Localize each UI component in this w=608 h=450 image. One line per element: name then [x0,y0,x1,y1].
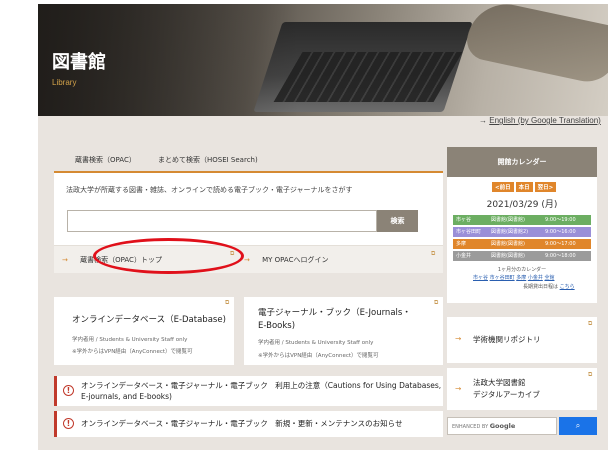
notice-usage-cautions-line2: E-journals, and E-books) [81,392,172,401]
google-brand-label: Google [489,422,516,430]
opening-hours: 9:00～18:00 [545,253,576,259]
external-link-icon: ⧉ [431,250,436,257]
hero-hand-image [463,4,608,87]
search-description: 法政大学が所蔵する図書・雑誌、オンラインで読める電子ブック・電子ジャーナルをさが… [66,186,353,194]
arrow-right-icon: → [455,384,462,393]
search-button[interactable]: 検索 [377,210,418,232]
month-calendar-links: 市ヶ谷 市ヶ谷田町 多摩 小金井 全館 [473,274,554,281]
opening-hours: 9:00～16:00 [545,229,576,235]
month-calendar-label: 1ヶ月分のカレンダー [497,267,547,273]
my-opac-login-link[interactable]: → MY OPACへログイン [244,246,329,274]
calendar-date: 2021/03/29 (月) [486,200,558,210]
highlight-circle [93,238,244,274]
alert-circle-icon: ! [63,385,74,396]
google-search-button[interactable]: ⌕ [559,417,597,435]
campus-name: 多摩 [456,241,467,247]
repository-label: 学術機関リポジトリ [473,335,541,344]
calendar-nav: <前日 本日 翌日> [492,182,558,192]
e-database-title: オンラインデータベース（E-Database) [72,315,226,325]
calendar-row: 市ヶ谷 図書館(図書館) 9:00～19:00 [453,215,591,225]
calendar-row: 小金井 図書館(図書館) 9:00～18:00 [453,251,591,261]
calendar-header: 開館カレンダー [447,147,597,177]
opening-hours: 9:00～17:00 [545,241,576,247]
digital-archive-link[interactable]: ⧉ → 法政大学図書館 デジタルアーカイブ [447,368,597,410]
google-search-input[interactable]: ENHANCED BY Google [447,417,557,435]
calendar-row: 市ヶ谷田町 図書館(図書館2) 9:00～16:00 [453,227,591,237]
opening-hours: 9:00～19:00 [545,217,576,223]
e-journals-vpn-note: ※学外からはVPN経由（AnyConnect）で閲覧可 [258,353,379,359]
calendar-row: 多摩 図書館(図書館) 9:00～17:00 [453,239,591,249]
notice-maintenance-text: オンラインデータベース・電子ジャーナル・電子ブック 新規・更新・メンテナンスのお… [81,419,403,428]
english-link-label: English (by Google Translation) [489,116,601,125]
campus-name: 小金井 [456,253,472,259]
calendar-next-day-button[interactable]: 翌日> [534,182,557,192]
arrow-right-icon: → [455,334,462,343]
external-link-icon: ⧉ [434,299,439,306]
tab-opac[interactable]: 蔵書検索（OPAC） [67,155,144,174]
external-link-icon: ⧉ [588,320,593,327]
external-link-icon: ⧉ [588,371,593,378]
notice-usage-cautions[interactable]: ! オンラインデータベース・電子ジャーナル・電子ブック 利用上の注意（Cauti… [54,376,443,406]
month-link-koganei[interactable]: 小金井 [528,275,543,281]
library-page: 図書館 Library → English (by Google Transla… [38,4,608,450]
arrow-right-icon: → [62,256,68,264]
page-subtitle: Library [52,78,77,87]
month-link-ichigaya[interactable]: 市ヶ谷 [473,275,488,281]
enhanced-by-label: ENHANCED BY [452,424,489,430]
arrow-right-icon: → [244,256,250,264]
long-term-loan-link[interactable]: こちら [560,284,575,290]
notice-usage-cautions-line1: オンラインデータベース・電子ジャーナル・電子ブック 利用上の注意（Caution… [81,381,442,390]
notice-maintenance[interactable]: ! オンラインデータベース・電子ジャーナル・電子ブック 新規・更新・メンテナンス… [54,411,443,437]
calendar-today-button[interactable]: 本日 [515,182,533,192]
hero-keyboard-image [273,52,463,102]
library-name: 図書館(図書館) [491,253,525,259]
digital-archive-label-line2: デジタルアーカイブ [473,390,540,399]
month-link-ichigaya-tamachi[interactable]: 市ヶ谷田町 [490,275,515,281]
search-icon: ⌕ [575,421,581,430]
search-tabs: 蔵書検索（OPAC） まとめて検索（HOSEI Search) [54,147,443,174]
e-journals-title-line1: 電子ジャーナル・ブック（E-Journals・ [258,308,411,318]
e-database-vpn-note: ※学外からはVPN経由（AnyConnect）で閲覧可 [72,349,193,355]
library-name: 図書館(図書館) [491,241,525,247]
repository-link[interactable]: ⧉ → 学術機関リポジトリ [447,317,597,363]
search-input[interactable] [67,210,377,232]
month-link-tama[interactable]: 多摩 [516,275,526,281]
long-term-loan-label: 長期貸出日程は [523,284,559,290]
alert-circle-icon: ! [63,418,74,429]
e-journals-title-line2: E-Books) [258,321,296,331]
month-link-all[interactable]: 全館 [544,275,554,281]
library-name: 図書館(図書館2) [491,229,529,235]
campus-name: 市ヶ谷田町 [456,229,482,235]
tab-hosei-search[interactable]: まとめて検索（HOSEI Search) [158,155,258,165]
arrow-right-icon: → [479,116,487,125]
opening-calendar: <前日 本日 翌日> 2021/03/29 (月) 市ヶ谷 図書館(図書館) 9:0… [447,177,597,303]
google-site-search: ENHANCED BY Google ⌕ [447,417,597,435]
calendar-prev-day-button[interactable]: <前日 [492,182,514,192]
library-name: 図書館(図書館) [491,217,525,223]
page-title: 図書館 [52,52,106,73]
e-journals-access-note: 学内者用 / Students & University Staff only [258,340,374,346]
campus-name: 市ヶ谷 [456,217,472,223]
e-database-box[interactable]: ⧉ オンラインデータベース（E-Database) 学内者用 / Student… [54,297,234,365]
external-link-icon: ⧉ [225,299,230,306]
digital-archive-label-line1: 法政大学図書館 [473,378,526,387]
english-translation-link[interactable]: → English (by Google Translation) [479,116,601,125]
e-journals-box[interactable]: ⧉ 電子ジャーナル・ブック（E-Journals・ E-Books) 学内者用 … [244,297,443,365]
my-opac-login-label: MY OPACへログイン [262,256,329,264]
hero-banner: 図書館 Library [38,4,608,116]
e-database-access-note: 学内者用 / Students & University Staff only [72,337,188,343]
long-term-loan-note: 長期貸出日程は こちら [523,283,575,290]
